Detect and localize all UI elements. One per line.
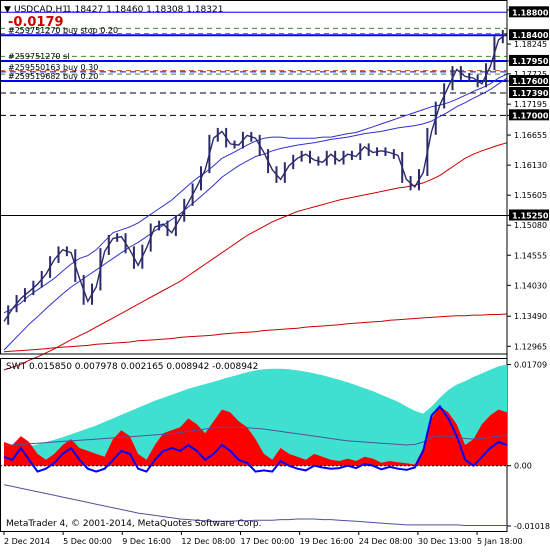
- date-tick-label: 30 Dec 13:00: [418, 537, 472, 546]
- order-line-label: #259550163 buy 0.30: [8, 63, 98, 72]
- price-tick-label: 1.16655: [514, 131, 547, 140]
- swt-tick-label: -0.010182: [514, 522, 550, 531]
- swt-header: SWT 0.015850 0.007978 0.002165 0.008942 …: [6, 362, 258, 372]
- price-level-box-label: 1.18800: [512, 8, 549, 17]
- ma-red-lower-line: [4, 314, 507, 352]
- ohlc-values: 1.18427 1.18460 1.18308 1.18321: [66, 5, 223, 15]
- price-level-box-label: 1.15250: [512, 211, 549, 220]
- main-chart-frame: [1, 1, 508, 355]
- window-dropdown-icon[interactable]: ▼: [4, 5, 11, 15]
- date-tick-label: 12 Dec 08:00: [181, 537, 235, 546]
- chart-canvas[interactable]: 1.188001.182451.179501.177251.176001.171…: [0, 0, 550, 550]
- price-level-box-label: 1.17000: [512, 111, 549, 120]
- date-tick-label: 9 Dec 16:00: [122, 537, 171, 546]
- swt-tick-label: 0.00: [514, 462, 532, 471]
- price-tick-label: 1.13490: [514, 312, 547, 321]
- date-tick-label: 24 Dec 08:00: [359, 537, 413, 546]
- order-line-label: #259519682 buy 0.20: [8, 72, 98, 81]
- price-tick-label: 1.15605: [514, 191, 547, 200]
- date-tick-label: 19 Dec 16:00: [300, 537, 354, 546]
- date-tick-label: 5 Dec 00:00: [63, 537, 112, 546]
- price-tick-label: 1.16130: [514, 161, 547, 170]
- price-tick-label: 1.12965: [514, 342, 547, 351]
- chart-window[interactable]: 1.188001.182451.179501.177251.176001.171…: [0, 0, 550, 550]
- date-tick-label: 5 Jan 18:00: [477, 537, 523, 546]
- price-levels-layer: [0, 12, 507, 215]
- price-tick-label: 1.18245: [514, 40, 547, 49]
- price-tick-label: 1.15080: [514, 221, 547, 230]
- price-tick-label: 1.14555: [514, 251, 547, 260]
- symbol-timeframe: USDCAD,H1: [14, 5, 68, 15]
- price-level-box-label: 1.17390: [512, 89, 549, 98]
- price-level-box-label: 1.18400: [512, 31, 549, 40]
- ma-red-line: [4, 143, 507, 370]
- order-line-label: #259751270 buy stop 0.20: [8, 26, 118, 35]
- date-tick-label: 2 Dec 2014: [4, 537, 50, 546]
- price-level-box-label: 1.17950: [512, 57, 549, 66]
- swt-tick-label: 0.01709: [514, 361, 547, 370]
- order-line-label: #259751270 sl: [8, 52, 69, 61]
- date-tick-label: 17 Dec 00:00: [241, 537, 295, 546]
- swt-indicator-layer: [0, 365, 507, 526]
- price-tick-label: 1.17195: [514, 100, 547, 109]
- price-tick-label: 1.14030: [514, 281, 547, 290]
- ma-blue-slow-line: [4, 78, 507, 350]
- price-level-box-label: 1.17600: [512, 77, 549, 86]
- copyright-text: MetaTrader 4, © 2001-2014, MetaQuotes So…: [6, 519, 262, 529]
